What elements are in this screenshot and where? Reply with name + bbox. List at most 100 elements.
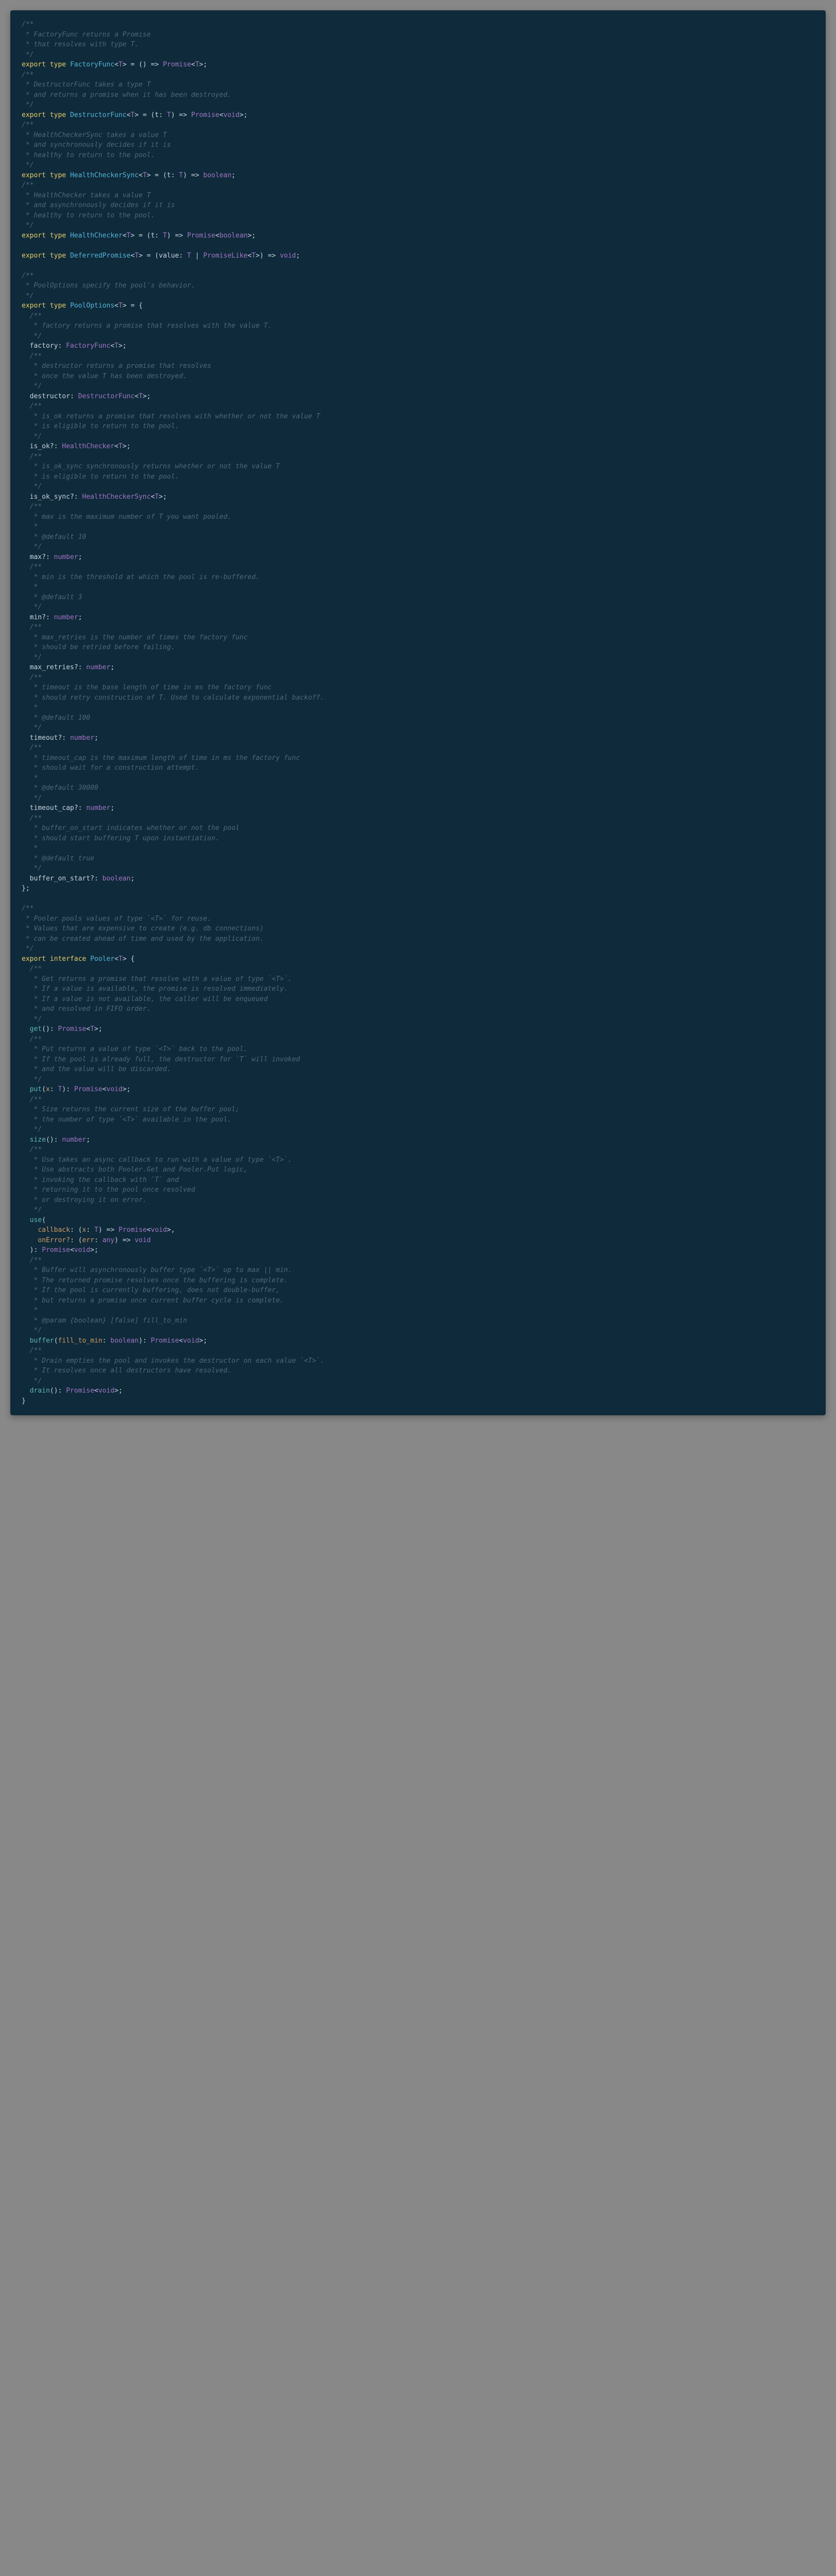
bool-type: boolean [110,1337,139,1345]
punct: < [191,61,195,69]
comment: * and the value will be discarded. [22,1065,171,1073]
comment: * FactoryFunc returns a Promise [22,31,151,39]
punct: < [114,443,119,450]
type-name: HealthCheckerSync [70,172,139,179]
comment: * Size returns the current size of the b… [22,1106,240,1113]
comment: * [22,844,38,852]
punct: > = (value: [139,252,187,260]
punct: >; [240,111,248,119]
punct: : [70,393,78,400]
param: x [46,1086,50,1093]
punct: ) => [167,232,187,240]
prop-max: max? [30,553,46,561]
param-callback: callback [38,1226,70,1234]
return-type: Promise [42,1246,70,1254]
comment: * HealthCheckerSync takes a value T [22,131,167,139]
keyword-export: export [22,232,46,240]
comment: /** [22,965,42,973]
comment: /** [22,71,34,79]
punct: ) => [171,111,191,119]
comment: */ [22,603,42,611]
comment: /** [22,744,42,752]
comment: * buffer_on_start indicates whether or n… [22,824,240,832]
punct: ; [130,875,135,883]
punct: : [54,443,62,450]
punct: < [86,1025,90,1033]
comment: * If the pool is already full, the destr… [22,1056,300,1063]
comment: */ [22,292,34,300]
comment: */ [22,382,42,390]
comment: * [22,523,38,531]
punct: > = () => [123,61,163,69]
punct: ): [139,1337,151,1345]
punct: >; [143,393,151,400]
type-name: DeferredPromise [70,252,130,260]
param-on-error: onError? [38,1236,70,1244]
param: fill_to_min [58,1337,102,1345]
comment: /** [22,503,42,511]
comment: * If a value is available, the promise i… [22,985,288,993]
punct: < [139,172,143,179]
return-type: number [62,1136,86,1144]
punct: >; [199,61,207,69]
void-type: void [151,1226,167,1234]
prop-buffer-on-start: buffer_on_start? [30,875,94,883]
comment: * timeout is the base length of time in … [22,684,272,691]
punct: >; [123,443,131,450]
punct: (): [42,1025,58,1033]
punct: < [147,1226,151,1234]
punct: >; [114,1387,123,1395]
prop-factory: factory [30,342,58,350]
punct: >; [159,493,167,501]
comment: */ [22,332,42,340]
punct: >) => [256,252,280,260]
comment: * once the value T has been destroyed. [22,372,187,380]
keyword-type: type [50,172,66,179]
comment: /** [22,563,42,571]
punct: < [114,61,119,69]
comment: * and returns a promise when it has been… [22,91,231,99]
punct: ): [30,1246,42,1254]
type-name: HealthChecker [70,232,123,240]
comment: * invoking the callback with `T` and [22,1176,179,1184]
punct: ; [110,664,114,671]
keyword-export: export [22,252,46,260]
type-param: T [187,252,191,260]
void-type: void [223,111,239,119]
punct: >; [247,232,256,240]
punct: ; [86,1136,90,1144]
punct: : [86,1226,94,1234]
keyword-type: type [50,61,66,69]
void-type: void [74,1246,90,1254]
punct: > = (t: [135,111,167,119]
void-type: void [106,1086,122,1093]
punct: ; [296,252,300,260]
comment: */ [22,1377,42,1385]
type-param: T [252,252,256,260]
comment: * or destroying it on error. [22,1196,147,1204]
method-put: put [30,1086,42,1093]
keyword-interface: interface [50,955,86,963]
keyword-export: export [22,61,46,69]
comment: */ [22,865,42,872]
comment: * max_retries is the number of times the… [22,634,247,641]
punct: : ( [70,1236,82,1244]
comment: /** [22,272,34,280]
close-brace: }; [22,885,30,892]
comment: /** [22,1036,42,1043]
punct: ): [62,1086,74,1093]
comment: * HealthChecker takes a value T [22,192,151,199]
comment: * can be created ahead of time and used … [22,935,264,943]
type-name: PoolOptions [70,302,114,310]
comment: /** [22,1347,42,1354]
prop-is-ok: is_ok? [30,443,54,450]
keyword-export: export [22,955,46,963]
comment: * healthy to return to the pool. [22,212,155,219]
prop-type: number [54,614,78,621]
comment: */ [22,101,34,109]
punct: ( [42,1216,46,1224]
code-editor: /** * FactoryFunc returns a Promise * th… [10,10,826,1415]
comment: */ [22,51,34,59]
comment: /** [22,352,42,360]
comment: /** [22,674,42,682]
